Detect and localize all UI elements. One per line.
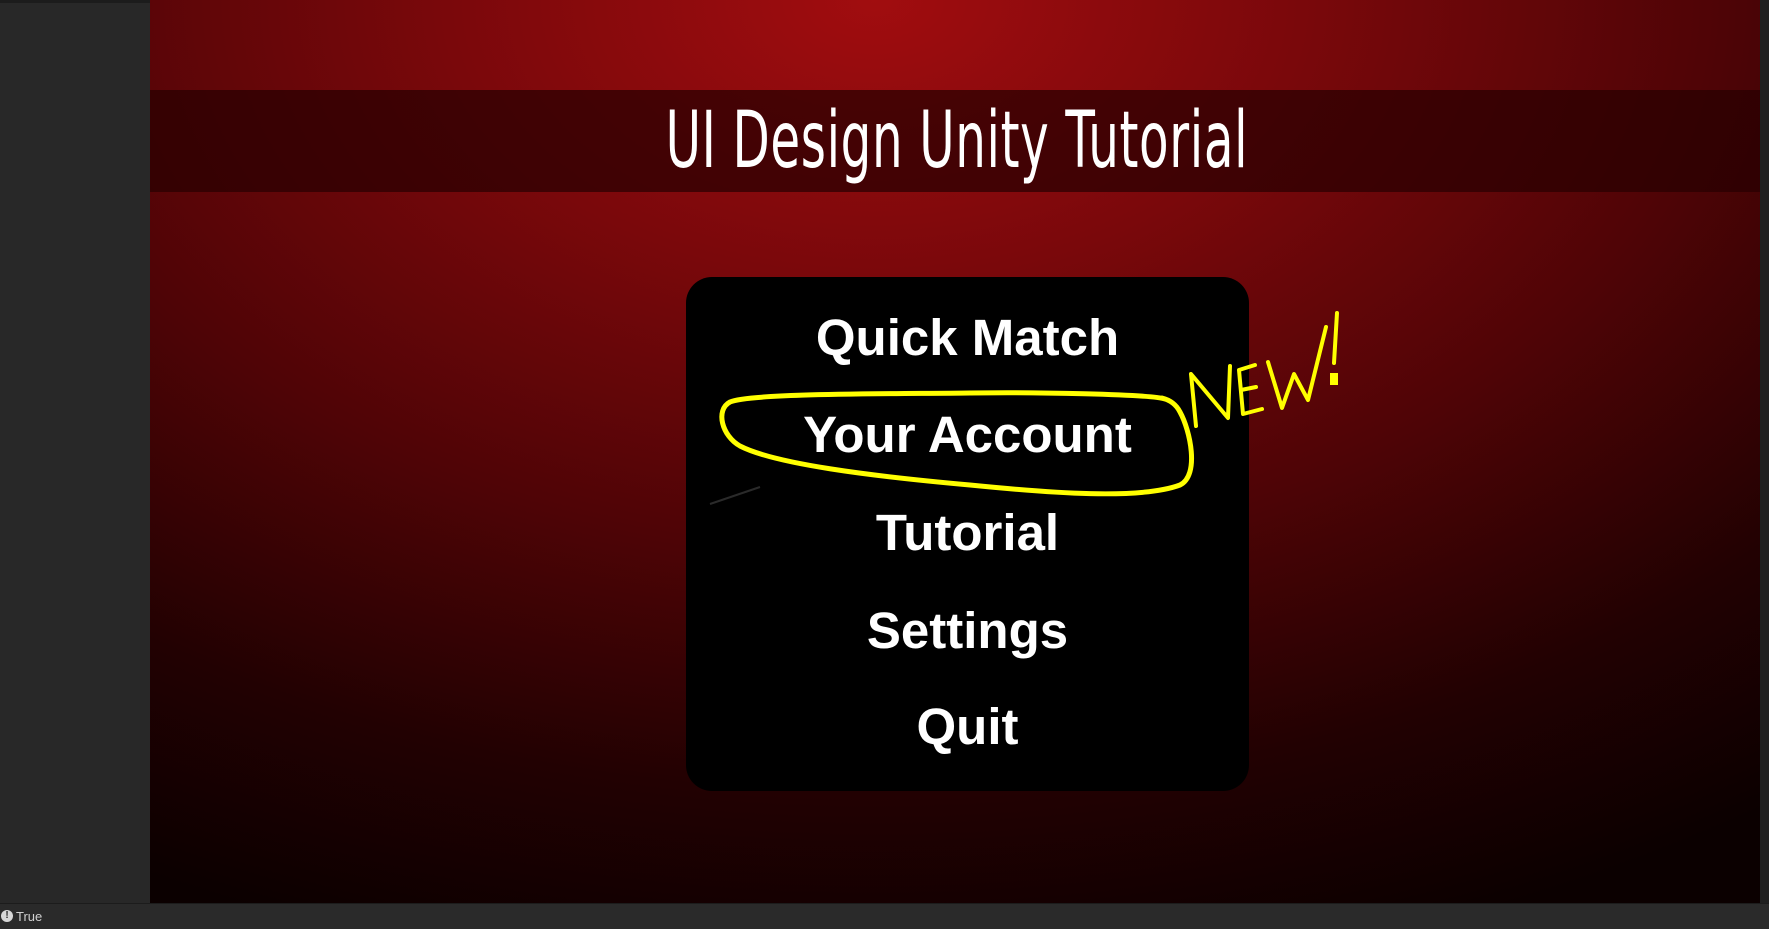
right-scrollbar[interactable] — [1760, 0, 1769, 903]
status-text: True — [16, 909, 43, 924]
info-icon: ! — [1, 910, 13, 922]
game-view: UI Design Unity Tutorial Quick Match You… — [150, 0, 1760, 903]
new-exclamation-dot — [1330, 373, 1338, 385]
your-account-button[interactable]: Your Account — [686, 405, 1249, 465]
left-panel-top-strip — [0, 0, 150, 3]
tutorial-button[interactable]: Tutorial — [686, 503, 1249, 563]
new-letter-w — [1266, 325, 1328, 410]
quit-button[interactable]: Quit — [686, 697, 1249, 757]
editor-left-panel — [0, 0, 150, 903]
quick-match-button[interactable]: Quick Match — [686, 308, 1249, 368]
page-title: UI Design Unity Tutorial — [665, 96, 1249, 186]
settings-button[interactable]: Settings — [686, 601, 1249, 661]
new-exclamation — [1332, 311, 1339, 365]
status-bar: ! True — [0, 903, 1769, 929]
main-menu-panel: Quick Match Your Account Tutorial Settin… — [686, 277, 1249, 791]
title-band: UI Design Unity Tutorial — [150, 90, 1760, 192]
